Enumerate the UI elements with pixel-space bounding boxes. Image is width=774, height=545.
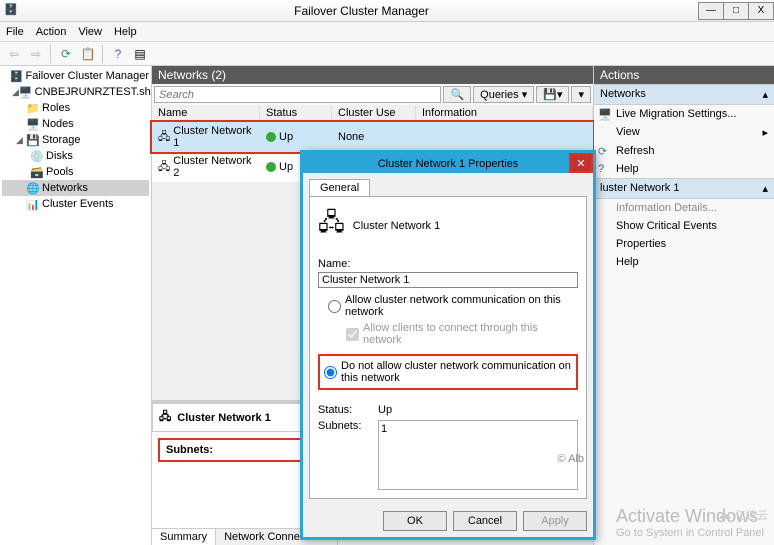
network-icon: 🖧 <box>158 128 170 147</box>
tab-general[interactable]: General <box>309 179 370 196</box>
list-options-button[interactable]: ▾ <box>571 86 591 103</box>
navigation-tree[interactable]: 🗄️Failover Cluster Manager ◢🖥️CNBEJRUNRZ… <box>0 66 152 545</box>
refresh-icon[interactable]: ⟳ <box>56 44 76 64</box>
apply-button[interactable]: Apply <box>523 511 587 531</box>
actions-section-networks: Networks▴ <box>594 84 774 105</box>
cancel-button[interactable]: Cancel <box>453 511 517 531</box>
copyright: © Alb <box>558 453 584 465</box>
check-clients: Allow clients to connect through this ne… <box>318 322 578 346</box>
action-show-critical[interactable]: Show Critical Events <box>594 217 774 235</box>
maximize-button[interactable]: □ <box>723 2 749 20</box>
collapse-icon[interactable]: ▴ <box>762 88 768 101</box>
action-info-details[interactable]: Information Details... <box>594 199 774 217</box>
tree-root[interactable]: 🗄️Failover Cluster Manager <box>2 68 149 84</box>
forward-button[interactable]: ⇨ <box>26 44 46 64</box>
dialog-title[interactable]: Cluster Network 1 Properties ✕ <box>303 153 593 173</box>
menu-action[interactable]: Action <box>36 26 67 38</box>
tree-disks[interactable]: 💿Disks <box>2 148 149 164</box>
tree-cluster-events[interactable]: 📊Cluster Events <box>2 196 149 212</box>
check-clients-input <box>346 328 359 341</box>
title-bar: 🗄️ Failover Cluster Manager — □ X <box>0 0 774 22</box>
tree-networks[interactable]: 🌐Networks <box>2 180 149 196</box>
radio-allow[interactable]: Allow cluster network communication on t… <box>318 294 578 318</box>
col-name[interactable]: Name <box>152 105 260 121</box>
tree-nodes[interactable]: 🖥️Nodes <box>2 116 149 132</box>
separator <box>102 44 104 64</box>
action-help2[interactable]: Help <box>594 253 774 271</box>
tree-storage[interactable]: ◢💾Storage <box>2 132 149 148</box>
properties-dialog: Cluster Network 1 Properties ✕ General 🖧… <box>300 150 596 540</box>
ok-button[interactable]: OK <box>383 511 447 531</box>
subnets-label: Subnets: <box>318 420 378 490</box>
back-button[interactable]: ⇦ <box>4 44 24 64</box>
properties-icon[interactable]: 📋 <box>78 44 98 64</box>
action-help[interactable]: ?Help <box>594 160 774 178</box>
help-icon[interactable]: ? <box>108 44 128 64</box>
search-input[interactable] <box>154 86 441 103</box>
name-label: Name: <box>318 258 578 270</box>
app-icon: 🗄️ <box>4 3 20 19</box>
window-title: Failover Cluster Manager <box>24 4 699 18</box>
radio-allow-input[interactable] <box>328 300 341 313</box>
options-icon[interactable]: ▤ <box>130 44 150 64</box>
menu-file[interactable]: File <box>6 26 24 38</box>
network-icon: 🖧 <box>318 205 345 246</box>
action-view[interactable]: View▸ <box>594 123 774 142</box>
status-row: Status: Up <box>318 404 578 416</box>
networks-header: Networks (2) <box>152 66 593 84</box>
status-up-icon <box>266 132 276 142</box>
brand-watermark: ☁ 亿速云 <box>717 506 768 523</box>
status-up-icon <box>266 162 276 172</box>
col-use[interactable]: Cluster Use <box>332 105 416 121</box>
separator <box>50 44 52 64</box>
col-info[interactable]: Information <box>416 105 593 121</box>
radio-deny[interactable]: Do not allow cluster network communicati… <box>318 354 578 390</box>
dialog-close-button[interactable]: ✕ <box>569 153 593 173</box>
network-header: 🖧 Cluster Network 1 <box>318 205 578 246</box>
menu-view[interactable]: View <box>78 26 102 38</box>
action-live-migration[interactable]: 🖥️Live Migration Settings... <box>594 105 774 123</box>
action-refresh[interactable]: ⟳Refresh <box>594 142 774 160</box>
actions-pane: Actions Networks▴ 🖥️Live Migration Setti… <box>594 66 774 545</box>
actions-section-network1: luster Network 1▴ <box>594 178 774 199</box>
tree-roles[interactable]: 📁Roles <box>2 100 149 116</box>
col-status[interactable]: Status <box>260 105 332 121</box>
search-button[interactable]: 🔍 <box>443 86 471 103</box>
subnets-listbox[interactable]: 1 <box>378 420 578 490</box>
save-query-button[interactable]: 💾▾ <box>536 86 569 103</box>
grid-row-network1[interactable]: 🖧Cluster Network 1 Up None <box>152 122 593 152</box>
name-input[interactable] <box>318 272 578 288</box>
grid-header[interactable]: Name Status Cluster Use Information <box>152 105 593 122</box>
actions-header: Actions <box>594 66 774 84</box>
chevron-right-icon: ▸ <box>762 126 768 139</box>
menu-help[interactable]: Help <box>114 26 137 38</box>
help-icon: ? <box>598 163 612 177</box>
migration-icon: 🖥️ <box>598 108 612 122</box>
queries-dropdown[interactable]: Queries ▾ <box>473 86 534 103</box>
refresh-icon: ⟳ <box>598 145 612 159</box>
tree-cluster[interactable]: ◢🖥️CNBEJRUNRZTEST.shell.com <box>2 84 149 100</box>
close-button[interactable]: X <box>748 2 774 20</box>
network-icon: 🖧 <box>158 158 170 177</box>
toolbar: ⇦ ⇨ ⟳ 📋 ? ▤ <box>0 42 774 66</box>
minimize-button[interactable]: — <box>698 2 724 20</box>
action-properties[interactable]: Properties <box>594 235 774 253</box>
tab-summary[interactable]: Summary <box>152 529 216 545</box>
radio-deny-input[interactable] <box>324 366 337 379</box>
tree-pools[interactable]: 🗃️Pools <box>2 164 149 180</box>
collapse-icon[interactable]: ▴ <box>762 182 768 195</box>
menu-bar: File Action View Help <box>0 22 774 42</box>
network-icon: 🖧 <box>159 408 171 427</box>
